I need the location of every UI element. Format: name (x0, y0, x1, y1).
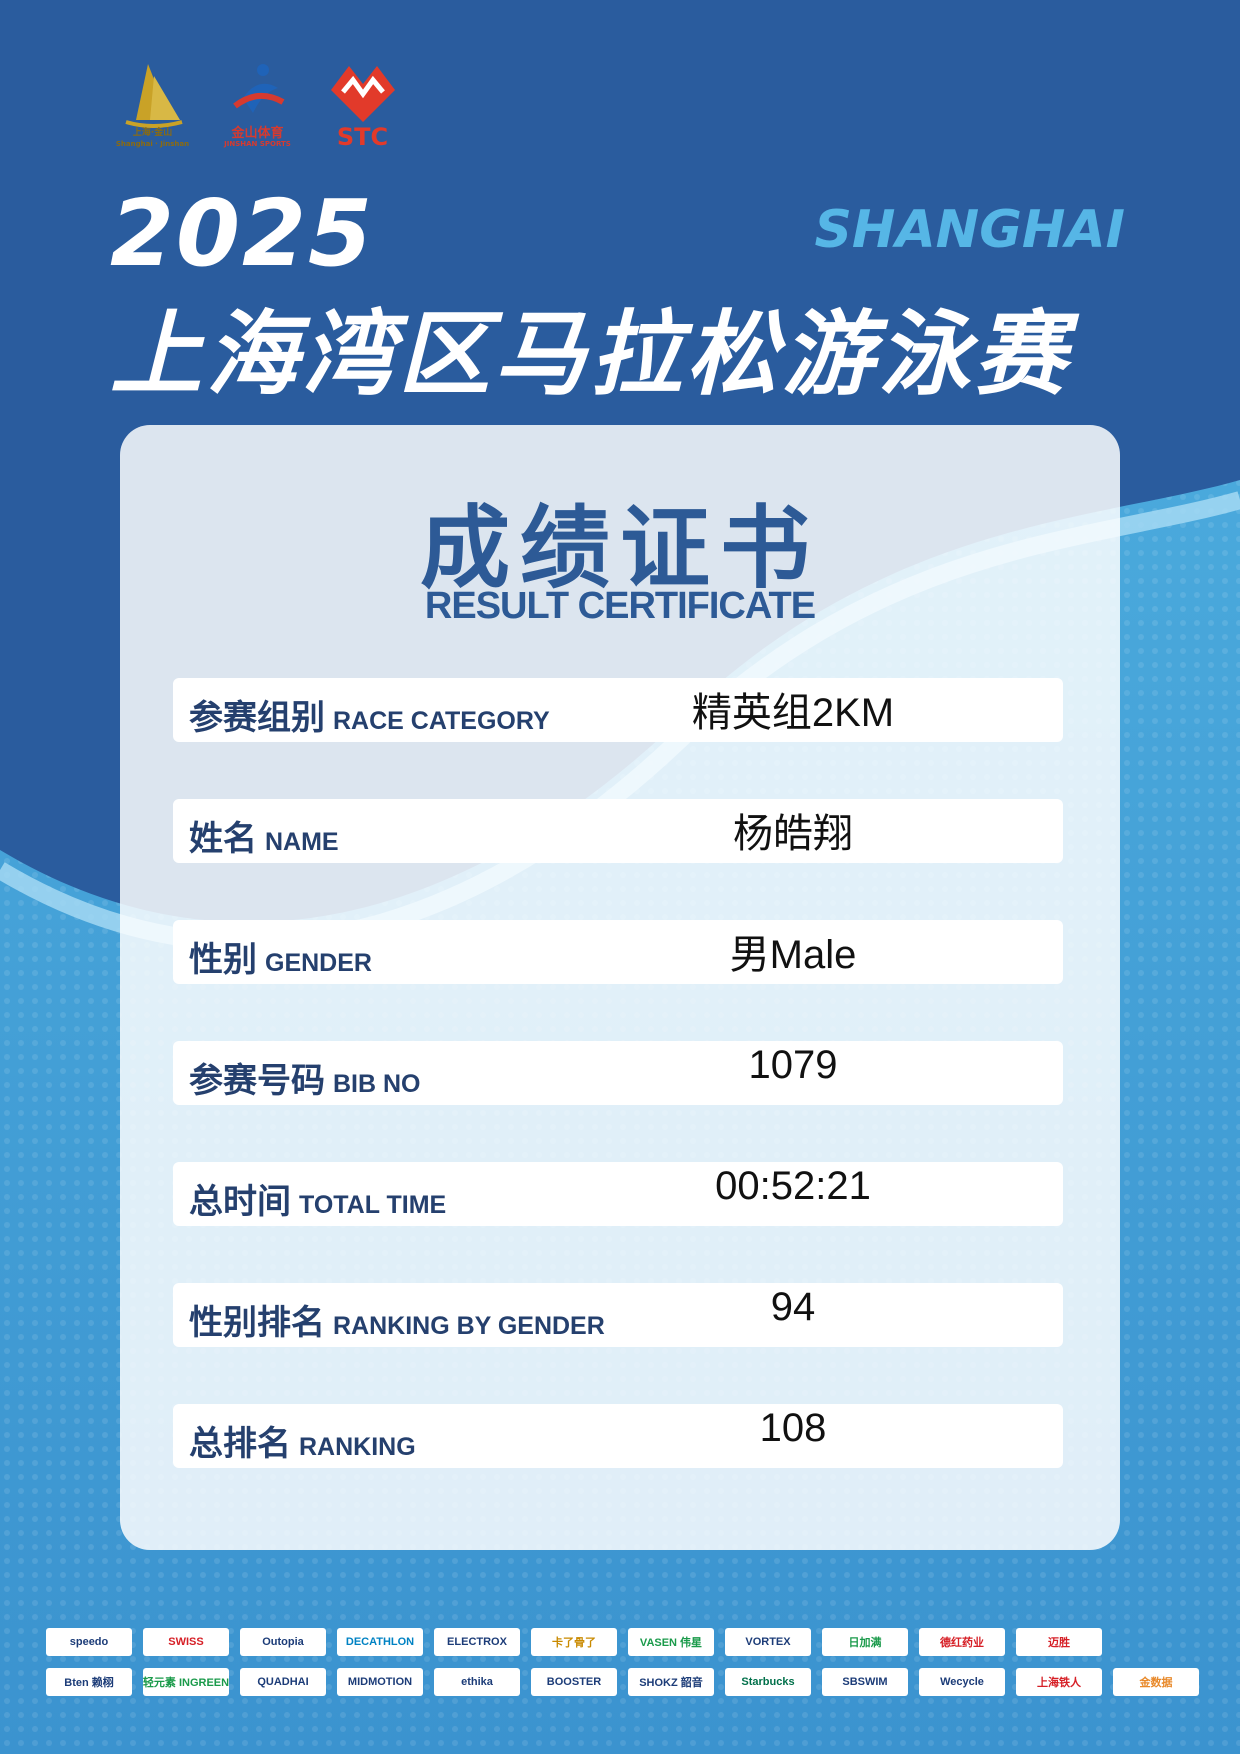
overall-ranking-value: 108 (759, 1406, 827, 1450)
stc-logo: STC (325, 50, 400, 150)
name-value: 杨皓翔 (733, 812, 853, 856)
sponsor-logo: speedo (46, 1628, 132, 1656)
row-label-cn: 参赛号码 (189, 1061, 325, 1101)
result-row-ranking: 总排名 RANKING 108 (173, 1404, 1063, 1468)
row-label-en: RANKING (299, 1433, 416, 1461)
gender-value: 男Male (729, 933, 857, 977)
logo-caption: 上海·金山 (132, 128, 173, 138)
sponsor-logo: 金数据 (1113, 1668, 1199, 1696)
result-row-category: 参赛组别 RACE CATEGORY 精英组2KM (173, 678, 1063, 742)
sponsor-logo: 德红药业 (919, 1628, 1005, 1656)
row-label-en: RACE CATEGORY (333, 707, 550, 735)
sponsor-logo: 日加满 (822, 1628, 908, 1656)
sponsor-logo: Starbucks (725, 1668, 811, 1696)
sponsor-logo: BOOSTER (531, 1668, 617, 1696)
sponsor-logo: 轻元素 INGREEN (143, 1668, 229, 1696)
sponsor-logo: SWISS (143, 1628, 229, 1656)
sponsor-logo: VORTEX (725, 1628, 811, 1656)
result-table: 参赛组别 RACE CATEGORY 精英组2KM 姓名 NAME 杨皓翔 性别 GE… (173, 678, 1063, 1525)
row-label-cn: 性别排名 (189, 1303, 325, 1343)
sponsor-logo: MIDMOTION (337, 1668, 423, 1696)
result-row-bib: 参赛号码 BIB NO 1079 (173, 1041, 1063, 1105)
row-label-en: TOTAL TIME (299, 1191, 447, 1219)
sponsor-logo: Outopia (240, 1628, 326, 1656)
logo-bar: 上海·金山 Shanghai · Jinshan 金山体育 JINSHAN SP… (115, 50, 400, 150)
row-label-cn: 总时间 (189, 1182, 291, 1222)
event-city: SHANGHAI (814, 200, 1125, 260)
sponsor-logo: QUADHAI (240, 1668, 326, 1696)
event-year: 2025 (110, 180, 375, 287)
sail-icon (124, 64, 183, 128)
total-time-value: 00:52:21 (715, 1164, 871, 1208)
sponsor-logo: Wecycle (919, 1668, 1005, 1696)
row-label-en: GENDER (265, 949, 372, 977)
sponsor-logo: 上海铁人 (1016, 1668, 1102, 1696)
result-row-total-time: 总时间 TOTAL TIME 00:52:21 (173, 1162, 1063, 1226)
row-label-cn: 参赛组别 (189, 698, 325, 738)
sponsor-logo: ethika (434, 1668, 520, 1696)
sponsor-logo: 迈胜 (1016, 1628, 1102, 1656)
row-label-cn: 性别 (189, 940, 257, 980)
logo-caption-en: Shanghai · Jinshan (115, 140, 190, 148)
result-row-gender-ranking: 性别排名 RANKING BY GENDER 94 (173, 1283, 1063, 1347)
row-label-en: RANKING BY GENDER (333, 1312, 605, 1340)
race-category-value: 精英组2KM (691, 691, 895, 735)
row-label-cn: 总排名 (189, 1424, 291, 1464)
logo-caption-en: JINSHAN SPORTS (224, 140, 291, 148)
result-row-gender: 性别 GENDER 男Male (173, 920, 1063, 984)
sponsor-logo: SHOKZ 韶音 (628, 1668, 714, 1696)
result-row-name: 姓名 NAME 杨皓翔 (173, 799, 1063, 863)
gender-ranking-value: 94 (770, 1285, 816, 1329)
sponsor-logo: VASEN 伟星 (628, 1628, 714, 1656)
bib-number-value: 1079 (748, 1043, 838, 1087)
sponsor-logo: Bten 赖栩 (46, 1668, 132, 1696)
sponsor-bar: speedo SWISS Outopia DECATHLON ELECTROX … (46, 1628, 1206, 1708)
logo-caption: STC (336, 123, 389, 151)
sponsor-logo: SBSWIM (822, 1668, 908, 1696)
jinshan-sports-logo: 金山体育 JINSHAN SPORTS (220, 50, 295, 150)
row-label-en: BIB NO (333, 1070, 421, 1098)
event-title: 上海湾区马拉松游泳赛 (110, 301, 1071, 408)
certificate-card: 成绩证书 RESULT CERTIFICATE 参赛组别 RACE CATEGOR… (120, 425, 1120, 1550)
row-label-en: NAME (265, 828, 339, 856)
row-label-cn: 姓名 (189, 819, 257, 859)
shanghai-jinshan-logo: 上海·金山 Shanghai · Jinshan (115, 50, 190, 150)
wave-m-icon (330, 66, 395, 122)
sponsor-logo: 卡了骨了 (531, 1628, 617, 1656)
logo-caption: 金山体育 (231, 126, 284, 141)
certificate-subtitle: RESULT CERTIFICATE (424, 585, 816, 627)
sponsor-logo: DECATHLON (337, 1628, 423, 1656)
sponsor-row-1: speedo SWISS Outopia DECATHLON ELECTROX … (46, 1628, 1206, 1656)
sponsor-logo: ELECTROX (434, 1628, 520, 1656)
runner-icon (232, 64, 284, 113)
sponsor-row-2: Bten 赖栩 轻元素 INGREEN QUADHAI MIDMOTION et… (46, 1668, 1206, 1696)
